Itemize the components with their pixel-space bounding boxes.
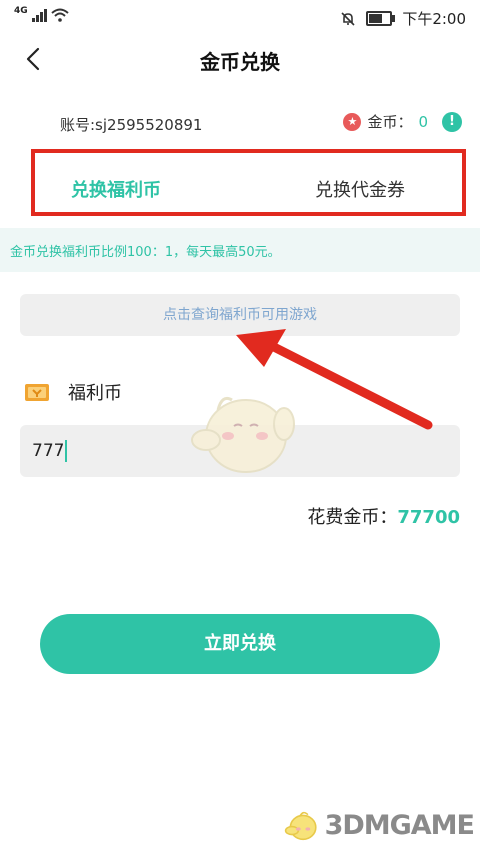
network-type: 4G [14,6,28,16]
notice-bar: 金币兑换福利币比例100：1，每天最高50元。 [0,228,480,272]
notice-text: 金币兑换福利币比例100：1，每天最高50元。 [10,245,281,260]
account-label: 账号:sj2595520891 [60,116,203,134]
tab-exchange-welfare-coin[interactable]: 兑换福利币 [71,176,161,202]
status-bar: 4G 下午2:00 [0,0,480,34]
coin-star-icon: ★ [343,112,362,131]
coin-label: 金币： [367,113,413,131]
watermark-bird-icon [284,811,317,841]
cost-label: 花费金币： [307,507,398,528]
status-left: 4G [14,6,69,22]
signal-icon [31,8,47,22]
watermark-text: 3DMGAME [324,809,475,841]
cost-value: 77700 [397,507,460,528]
tabs-highlight-box: 兑换福利币 兑换代金券 [31,149,466,216]
info-icon[interactable]: ! [442,111,462,132]
cost-row: 花费金币：77700 [307,503,460,529]
mute-bell-icon [341,11,355,26]
status-time: 下午2:00 [402,10,466,28]
coin-balance: ★ 金币： 0 ! [343,111,462,132]
currency-label: 福利币 [68,383,122,404]
nav-bar: 金币兑换 [0,34,480,84]
exchange-now-button[interactable]: 立即兑换 [40,614,440,674]
coin-value: 0 [418,112,428,131]
tab-exchange-voucher[interactable]: 兑换代金券 [315,176,405,202]
page-title: 金币兑换 [200,50,280,74]
status-right: 下午2:00 [340,8,466,29]
ticket-icon [25,384,49,401]
text-caret [65,440,68,462]
red-arrow-annotation-icon [236,329,433,430]
amount-value: 777 [32,441,65,461]
watermark: 3DMGAME [284,800,475,850]
battery-icon [366,11,396,26]
currency-row: 福利币 [24,378,122,406]
account-row: 账号:sj2595520891 ★ 金币： 0 ! [0,108,480,138]
wifi-icon [50,8,69,22]
